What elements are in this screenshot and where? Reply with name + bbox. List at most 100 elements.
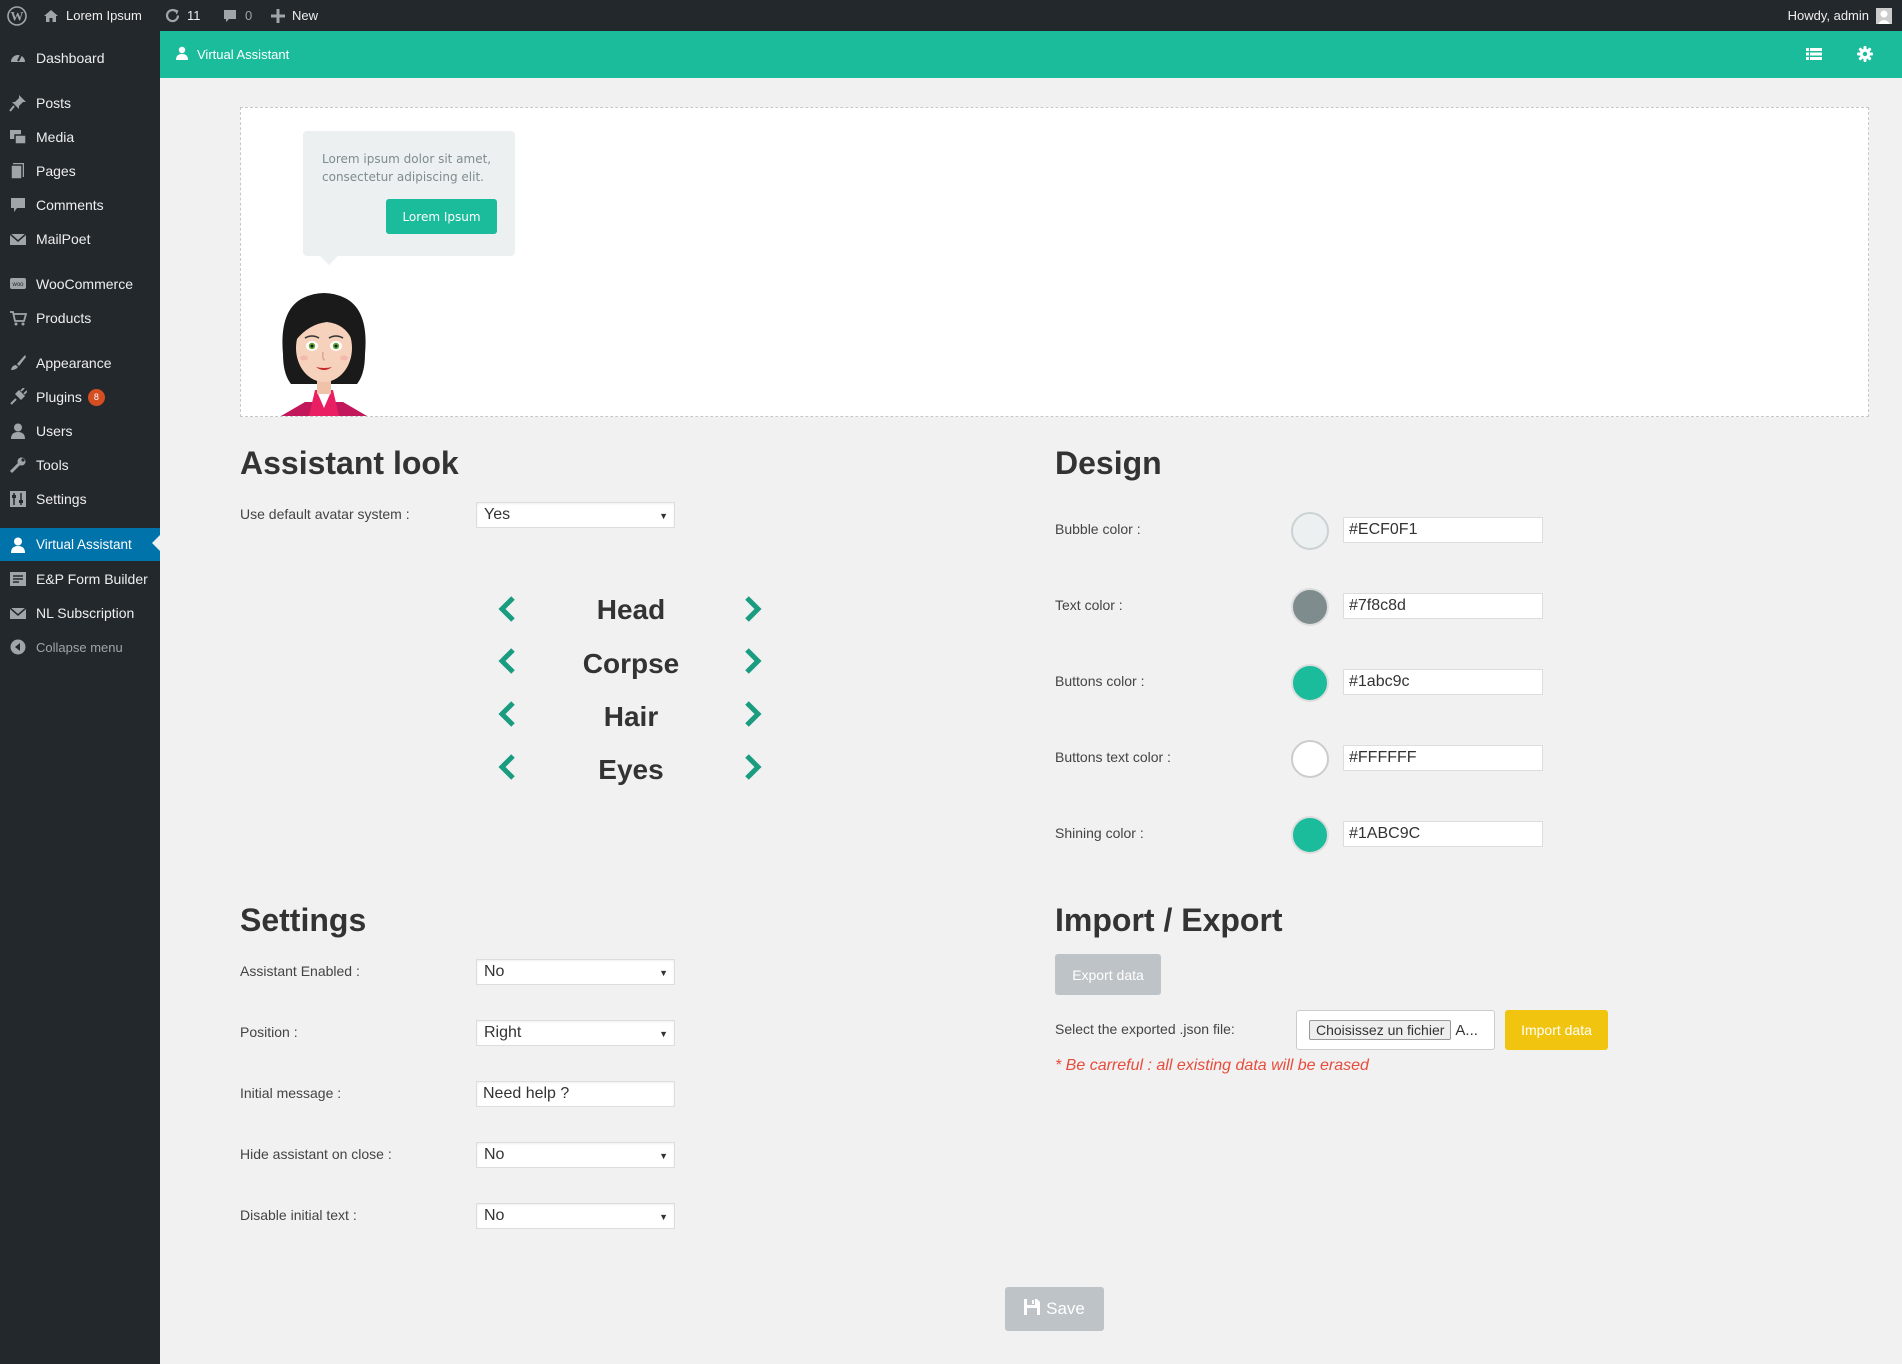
initial-message-input[interactable]: Need help ? (476, 1081, 675, 1107)
position-select[interactable]: Right ▼ (476, 1020, 675, 1046)
assistant-enabled-select[interactable]: No ▼ (476, 959, 675, 985)
bubble-text: Lorem ipsum dolor sit amet, consectetur … (322, 152, 492, 184)
text-color-input[interactable]: #7f8c8d (1343, 593, 1543, 619)
bubble-color-input[interactable]: #ECF0F1 (1343, 517, 1543, 543)
sidebar-item-tools[interactable]: Tools (0, 450, 160, 480)
hide-on-close-select[interactable]: No ▼ (476, 1142, 675, 1168)
file-status-text: A... (1455, 1021, 1478, 1039)
sidebar-item-dashboard[interactable]: Dashboard (0, 43, 160, 73)
updates-icon (164, 7, 181, 24)
settings-title: Settings (240, 902, 367, 938)
hair-prev-button[interactable] (495, 700, 519, 732)
comments-link[interactable]: 0 (222, 0, 252, 31)
sidebar-item-label: Plugins (36, 389, 82, 405)
settings-button[interactable] (1854, 44, 1876, 66)
collapse-menu-button[interactable]: Collapse menu (0, 632, 160, 662)
default-avatar-select[interactable]: Yes ▼ (476, 502, 675, 528)
head-prev-button[interactable] (495, 595, 519, 626)
assistant-preview: Lorem ipsum dolor sit amet, consectetur … (240, 107, 1869, 417)
disable-initial-text-label: Disable initial text : (240, 1207, 357, 1223)
admin-bar: W Lorem Ipsum 11 0 New Howdy, admin (0, 0, 1902, 31)
hair-next-button[interactable] (741, 700, 765, 732)
svg-text:woo: woo (11, 282, 24, 288)
head-next-button[interactable] (741, 595, 765, 626)
sidebar-item-label: Pages (36, 163, 76, 179)
chevron-right-icon (744, 700, 762, 732)
wordpress-logo-icon[interactable]: W (7, 0, 27, 31)
howdy-text: Howdy, admin (1787, 8, 1869, 23)
eyes-prev-button[interactable] (495, 753, 519, 784)
media-icon (8, 127, 28, 147)
file-select-label: Select the exported .json file: (1055, 1021, 1235, 1037)
sidebar-item-plugins[interactable]: Plugins 8 (0, 382, 160, 412)
sidebar-item-appearance[interactable]: Appearance (0, 348, 160, 378)
caret-down-icon: ▼ (659, 968, 668, 978)
new-label: New (292, 8, 319, 23)
updates-count: 11 (187, 8, 201, 23)
buttons-text-color-swatch[interactable] (1291, 740, 1329, 778)
sidebar-item-products[interactable]: Products (0, 303, 160, 333)
assistant-enabled-label: Assistant Enabled : (240, 963, 360, 979)
sidebar-item-ep-form-builder[interactable]: E&P Form Builder (0, 564, 160, 594)
user-icon (175, 46, 189, 63)
sidebar-item-nl-subscription[interactable]: NL Subscription (0, 598, 160, 628)
dashboard-icon (8, 48, 28, 68)
plugin-title-text: Virtual Assistant (197, 47, 290, 62)
list-icon (1806, 47, 1822, 64)
list-view-button[interactable] (1803, 44, 1825, 66)
sidebar-item-comments[interactable]: Comments (0, 190, 160, 220)
choose-file-button[interactable]: Choisissez un fichier (1309, 1020, 1452, 1040)
updates-link[interactable]: 11 (164, 0, 201, 31)
assistant-look-title: Assistant look (240, 445, 459, 481)
disable-initial-text-value: No (484, 1207, 505, 1224)
avatar-icon (1876, 7, 1892, 24)
corpse-prev-button[interactable] (495, 647, 519, 678)
disable-initial-text-select[interactable]: No ▼ (476, 1203, 675, 1229)
default-avatar-value: Yes (484, 506, 511, 523)
sidebar-item-label: Products (36, 310, 92, 326)
eyes-next-button[interactable] (741, 753, 765, 784)
sidebar-item-users[interactable]: Users (0, 416, 160, 446)
my-account-link[interactable]: Howdy, admin (1788, 0, 1892, 31)
chevron-left-icon (498, 700, 516, 732)
import-data-button[interactable]: Import data (1505, 1010, 1608, 1050)
plugin-icon (8, 387, 28, 407)
buttons-color-input[interactable]: #1abc9c (1343, 669, 1543, 695)
bubble-button[interactable]: Lorem Ipsum (386, 199, 497, 234)
import-warning-text: * Be carreful : all existing data will b… (1055, 1057, 1369, 1074)
sidebar-item-pages[interactable]: Pages (0, 156, 160, 186)
shining-color-input[interactable]: #1ABC9C (1343, 821, 1543, 847)
chevron-right-icon (744, 647, 762, 679)
home-icon (43, 8, 59, 24)
woo-icon: woo (8, 274, 28, 294)
sidebar-item-woocommerce[interactable]: woo WooCommerce (0, 269, 160, 299)
shining-color-swatch[interactable] (1291, 816, 1329, 854)
sidebar-item-settings[interactable]: Settings (0, 484, 160, 514)
settings-icon (8, 489, 28, 509)
new-content-link[interactable]: New (271, 0, 318, 31)
brush-icon (8, 353, 28, 373)
caret-down-icon: ▼ (659, 1212, 668, 1222)
json-file-input[interactable]: Choisissez un fichier A... (1296, 1010, 1495, 1050)
default-avatar-label: Use default avatar system : (240, 506, 410, 522)
site-name-link[interactable]: Lorem Ipsum (43, 0, 142, 31)
bubble-color-swatch[interactable] (1291, 512, 1329, 550)
sidebar-item-mailpoet[interactable]: MailPoet (0, 224, 160, 254)
form-icon (8, 569, 28, 589)
sidebar-item-posts[interactable]: Posts (0, 88, 160, 118)
export-data-button[interactable]: Export data (1055, 954, 1161, 995)
text-color-swatch[interactable] (1291, 588, 1329, 626)
save-button[interactable]: Save (1005, 1287, 1104, 1331)
buttons-color-swatch[interactable] (1291, 664, 1329, 702)
caret-down-icon: ▼ (659, 511, 668, 521)
sidebar-item-media[interactable]: Media (0, 122, 160, 152)
corpse-next-button[interactable] (741, 647, 765, 679)
comment-bubble-icon (222, 8, 238, 24)
sidebar-item-virtual-assistant[interactable]: Virtual Assistant (0, 528, 160, 561)
gear-icon (1857, 45, 1873, 65)
buttons-text-color-input[interactable]: #FFFFFF (1343, 745, 1543, 771)
sidebar-item-label: WooCommerce (36, 276, 133, 292)
text-color-label: Text color : (1055, 597, 1123, 613)
sidebar-item-label: Virtual Assistant (36, 537, 132, 552)
sidebar-item-label: Media (36, 129, 75, 145)
